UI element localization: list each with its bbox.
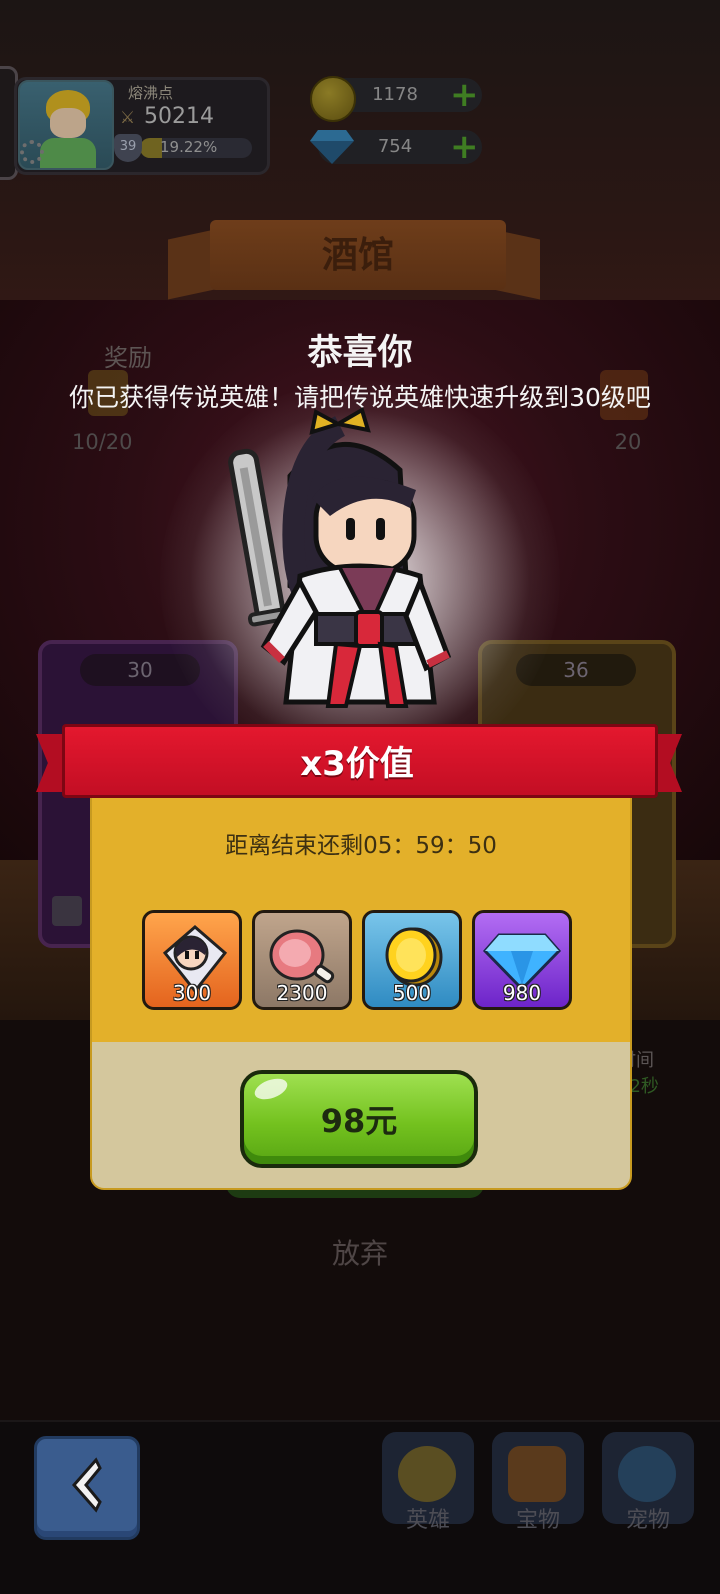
treasure-mask-icon	[508, 1446, 566, 1502]
nav-treasures-label: 宝物	[515, 1508, 560, 1533]
offer-item-qty: 300	[172, 981, 212, 1005]
gold-coin-icon	[310, 76, 356, 122]
offer-item-qty: 980	[502, 981, 542, 1005]
pet-dragon-icon	[618, 1446, 676, 1502]
reward-progress: 10/20	[72, 430, 133, 454]
offer-item-gold[interactable]: 500	[362, 910, 462, 1010]
add-gold-plus-icon[interactable]: +	[450, 78, 479, 112]
offer-item-qty: 2300	[276, 981, 328, 1005]
give-up-button[interactable]: 放弃	[310, 1232, 410, 1272]
popup-title: 恭喜你	[307, 333, 413, 373]
player-level-badge: 39	[114, 134, 142, 162]
offer-countdown: 距离结束还剩05：59：50	[225, 833, 497, 859]
nav-pets-label: 宠物	[625, 1508, 670, 1533]
tavern-title: 酒馆	[321, 235, 394, 276]
settings-gear-icon[interactable]	[20, 140, 44, 164]
reward-target: 20	[614, 430, 642, 454]
value-banner-text: x3价值	[300, 744, 414, 784]
back-arrow-icon	[72, 1457, 102, 1513]
offer-item-diamond[interactable]: 980	[472, 910, 572, 1010]
combat-power-value: 50214	[144, 104, 214, 129]
player-name: 熔沸点	[128, 84, 174, 102]
diamond-icon	[310, 130, 354, 164]
offer-item-hero-shard[interactable]: 300	[142, 910, 242, 1010]
buy-button-price: 98元	[320, 1102, 398, 1140]
exp-percent: 19.22%	[160, 138, 218, 156]
hero-face-icon	[398, 1446, 456, 1502]
card-deck-icon	[52, 896, 82, 926]
exp-bar-fill	[140, 138, 162, 158]
combat-power-icon: ⚔	[120, 108, 136, 128]
add-gem-plus-icon[interactable]: +	[450, 130, 479, 164]
nav-heroes-label: 英雄	[405, 1508, 450, 1533]
legendary-hero-illustration	[228, 406, 452, 708]
offer-item-meat[interactable]: 2300	[252, 910, 352, 1010]
offer-item-qty: 500	[392, 981, 432, 1005]
